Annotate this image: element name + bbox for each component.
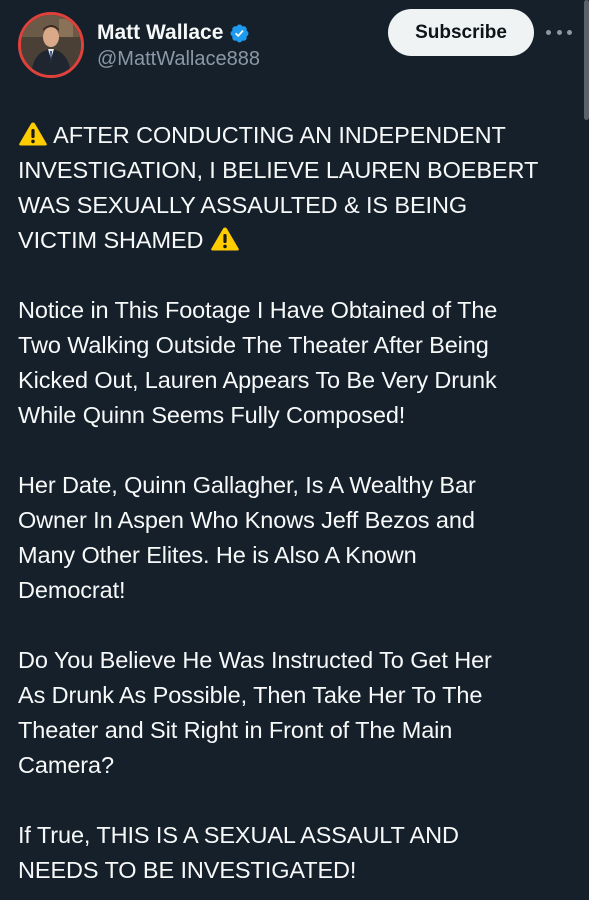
tweet-line-text: WAS SEXUALLY ASSAULTED & IS BEING xyxy=(18,192,468,218)
tweet-line-text: Kicked Out, Lauren Appears To Be Very Dr… xyxy=(18,367,497,393)
tweet-line: NEEDS TO BE INVESTIGATED! xyxy=(18,853,578,888)
avatar[interactable] xyxy=(18,12,84,78)
tweet-line-text: Many Other Elites. He is Also A Known xyxy=(18,542,417,568)
tweet-paragraph: AFTER CONDUCTING AN INDEPENDENT INVESTIGA… xyxy=(18,118,578,258)
tweet-line: Her Date, Quinn Gallagher, Is A Wealthy … xyxy=(18,468,578,503)
verified-badge-icon xyxy=(229,23,250,44)
tweet-line: INVESTIGATION, I BELIEVE LAUREN BOEBERT xyxy=(18,153,578,188)
avatar-image xyxy=(21,15,81,75)
tweet-line-text: VICTIM SHAMED xyxy=(18,227,204,253)
tweet-line: Do You Believe He Was Instructed To Get … xyxy=(18,643,578,678)
tweet-line: Democrat! xyxy=(18,573,578,608)
tweet-line: As Drunk As Possible, Then Take Her To T… xyxy=(18,678,578,713)
scrollbar[interactable] xyxy=(584,0,589,120)
tweet-line-text: As Drunk As Possible, Then Take Her To T… xyxy=(18,682,483,708)
tweet-paragraph: Notice in This Footage I Have Obtained o… xyxy=(18,293,578,433)
tweet-line: Camera? xyxy=(18,748,578,783)
tweet-text: AFTER CONDUCTING AN INDEPENDENT INVESTIGA… xyxy=(18,118,578,888)
tweet-line-text: Democrat! xyxy=(18,577,126,603)
tweet-line: Kicked Out, Lauren Appears To Be Very Dr… xyxy=(18,363,578,398)
tweet-paragraph: Her Date, Quinn Gallagher, Is A Wealthy … xyxy=(18,468,578,608)
tweet-line-text: While Quinn Seems Fully Composed! xyxy=(18,402,406,428)
more-horizontal-icon[interactable] xyxy=(546,22,572,42)
tweet-line-text: NEEDS TO BE INVESTIGATED! xyxy=(18,857,357,883)
tweet-line-text: Owner In Aspen Who Knows Jeff Bezos and xyxy=(18,507,475,533)
subscribe-button[interactable]: Subscribe xyxy=(388,9,534,56)
tweet-line-text: If True, THIS IS A SEXUAL ASSAULT AND xyxy=(18,822,459,848)
warning-icon xyxy=(18,121,48,147)
tweet-line-text: Theater and Sit Right in Front of The Ma… xyxy=(18,717,453,743)
tweet-line: Theater and Sit Right in Front of The Ma… xyxy=(18,713,578,748)
tweet-line: VICTIM SHAMED xyxy=(18,223,578,258)
tweet-line-text: Do You Believe He Was Instructed To Get … xyxy=(18,647,492,673)
tweet-line: AFTER CONDUCTING AN INDEPENDENT xyxy=(18,118,578,153)
tweet-line: Notice in This Footage I Have Obtained o… xyxy=(18,293,578,328)
tweet-line: Two Walking Outside The Theater After Be… xyxy=(18,328,578,363)
tweet-line: While Quinn Seems Fully Composed! xyxy=(18,398,578,433)
tweet-line: Many Other Elites. He is Also A Known xyxy=(18,538,578,573)
tweet-line-text: Notice in This Footage I Have Obtained o… xyxy=(18,297,498,323)
tweet-line-text: Camera? xyxy=(18,752,114,778)
tweet-paragraph: If True, THIS IS A SEXUAL ASSAULT AND NEE… xyxy=(18,818,578,888)
tweet-line: Owner In Aspen Who Knows Jeff Bezos and xyxy=(18,503,578,538)
warning-icon xyxy=(210,226,240,252)
tweet-line: WAS SEXUALLY ASSAULTED & IS BEING xyxy=(18,188,578,223)
tweet-line: If True, THIS IS A SEXUAL ASSAULT AND xyxy=(18,818,578,853)
tweet-header: Matt Wallace @MattWallace888 Subscribe xyxy=(0,0,589,100)
author-handle[interactable]: @MattWallace888 xyxy=(97,48,260,71)
author-display-name[interactable]: Matt Wallace xyxy=(97,21,223,45)
tweet-line-text: Her Date, Quinn Gallagher, Is A Wealthy … xyxy=(18,472,476,498)
tweet-line-text: AFTER CONDUCTING AN INDEPENDENT xyxy=(53,122,506,148)
tweet-line-text: Two Walking Outside The Theater After Be… xyxy=(18,332,489,358)
tweet-paragraph: Do You Believe He Was Instructed To Get … xyxy=(18,643,578,783)
tweet-line-text: INVESTIGATION, I BELIEVE LAUREN BOEBERT xyxy=(18,157,539,183)
author-name-row[interactable]: Matt Wallace xyxy=(97,19,250,47)
